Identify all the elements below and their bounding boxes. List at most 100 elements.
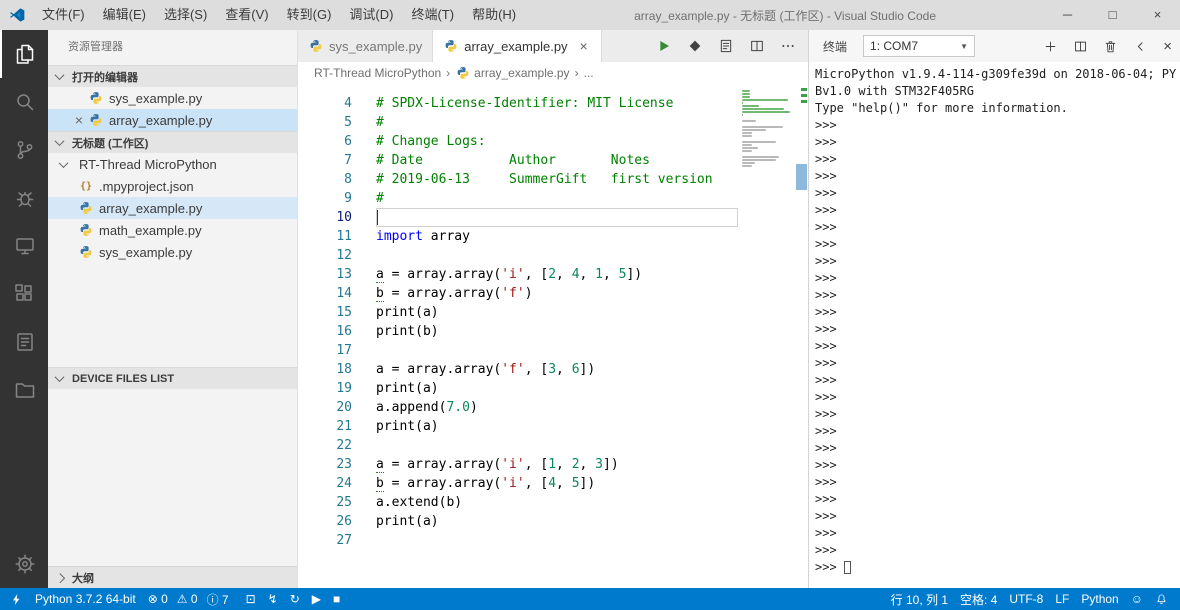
code-line[interactable]: # SPDX-License-Identifier: MIT License: [376, 94, 738, 113]
code-line[interactable]: print(a): [376, 303, 738, 322]
board-connect-icon[interactable]: ⊡: [240, 588, 262, 610]
split-terminal-icon[interactable]: [1073, 39, 1088, 54]
encoding-setting[interactable]: UTF-8: [1003, 588, 1049, 610]
line-number[interactable]: 23: [298, 455, 352, 474]
close-tab-icon[interactable]: ×: [577, 38, 591, 54]
line-number[interactable]: 13: [298, 265, 352, 284]
code-line[interactable]: print(b): [376, 322, 738, 341]
line-number[interactable]: 18: [298, 360, 352, 379]
tree-item[interactable]: {} .mpyproject.json: [48, 175, 297, 197]
close-panel-icon[interactable]: ×: [1163, 38, 1172, 55]
scrollbar-thumb[interactable]: [796, 164, 807, 190]
code-line[interactable]: print(a): [376, 379, 738, 398]
code-line[interactable]: [376, 436, 738, 455]
line-number[interactable]: 22: [298, 436, 352, 455]
device-monitor-icon[interactable]: [0, 222, 48, 270]
line-number[interactable]: 21: [298, 417, 352, 436]
code-line[interactable]: a = array.array('f', [3, 6]): [376, 360, 738, 379]
close-window-button[interactable]: ×: [1135, 0, 1180, 30]
breadcrumb-item[interactable]: array_example.py: [455, 66, 570, 80]
debug-icon[interactable]: [0, 174, 48, 222]
eol-setting[interactable]: LF: [1049, 588, 1075, 610]
run-debug-icon[interactable]: [687, 38, 703, 54]
indentation-setting[interactable]: 空格: 4: [954, 588, 1003, 610]
terminal-select[interactable]: 1: COM7 ▼: [863, 35, 976, 57]
sync-files-icon[interactable]: ↻: [284, 588, 306, 610]
menu-item-8[interactable]: 帮助(H): [463, 0, 525, 30]
output-list-icon[interactable]: [0, 318, 48, 366]
line-number[interactable]: 12: [298, 246, 352, 265]
line-number[interactable]: 11: [298, 227, 352, 246]
menu-item-5[interactable]: 转到(G): [278, 0, 341, 30]
menu-item-7[interactable]: 终端(T): [402, 0, 463, 30]
line-number[interactable]: 24: [298, 474, 352, 493]
code-line[interactable]: print(a): [376, 417, 738, 436]
notifications-bell-icon[interactable]: [1149, 588, 1174, 610]
workspace-header[interactable]: 无标题 (工作区): [48, 131, 297, 153]
run-on-device-icon[interactable]: ▶: [306, 588, 327, 610]
terminal-output[interactable]: MicroPython v1.9.4-114-g309fe39d on 2018…: [809, 62, 1180, 588]
language-mode[interactable]: Python: [1075, 588, 1124, 610]
line-number[interactable]: 25: [298, 493, 352, 512]
explorer-icon[interactable]: [0, 30, 48, 78]
code-line[interactable]: print(a): [376, 512, 738, 531]
tree-item[interactable]: math_example.py: [48, 219, 297, 241]
terminal-tab[interactable]: 终端: [817, 38, 853, 55]
code-line[interactable]: [376, 246, 738, 265]
tree-folder[interactable]: RT-Thread MicroPython: [48, 153, 297, 175]
breadcrumb-item[interactable]: RT-Thread MicroPython: [314, 66, 441, 80]
code-line[interactable]: # Change Logs:: [376, 132, 738, 151]
tree-item[interactable]: array_example.py: [48, 197, 297, 219]
open-editors-header[interactable]: 打开的编辑器: [48, 65, 297, 87]
tree-item[interactable]: sys_example.py: [48, 241, 297, 263]
code-line[interactable]: a = array.array('i', [2, 4, 1, 5]): [376, 265, 738, 284]
problems-indicator[interactable]: ⊗ 0 ⚠ 0 ⓘ 7: [142, 588, 240, 610]
settings-gear-icon[interactable]: [0, 540, 48, 588]
cursor-position[interactable]: 行 10, 列 1: [885, 588, 954, 610]
open-preview-icon[interactable]: [718, 38, 734, 54]
code-line[interactable]: # Date Author Notes: [376, 151, 738, 170]
kill-terminal-icon[interactable]: [1103, 39, 1118, 54]
tab-sys_example.py[interactable]: sys_example.py: [298, 30, 434, 62]
line-number[interactable]: 27: [298, 531, 352, 550]
new-terminal-icon[interactable]: [1043, 39, 1058, 54]
code-line[interactable]: #: [376, 189, 738, 208]
line-number[interactable]: 15: [298, 303, 352, 322]
split-editor-icon[interactable]: [749, 38, 765, 54]
line-number[interactable]: 6: [298, 132, 352, 151]
line-number[interactable]: 20: [298, 398, 352, 417]
project-folder-icon[interactable]: [0, 366, 48, 414]
extensions-icon[interactable]: [0, 270, 48, 318]
menu-item-1[interactable]: 文件(F): [33, 0, 94, 30]
code-line[interactable]: import array: [376, 227, 738, 246]
menu-item-2[interactable]: 编辑(E): [94, 0, 155, 30]
code-line[interactable]: [376, 208, 738, 227]
flash-status-icon[interactable]: [4, 588, 29, 610]
line-number[interactable]: 17: [298, 341, 352, 360]
menu-item-6[interactable]: 调试(D): [340, 0, 402, 30]
line-number[interactable]: 8: [298, 170, 352, 189]
breadcrumb-item[interactable]: ...: [584, 66, 594, 80]
more-actions-icon[interactable]: [780, 38, 796, 54]
line-number[interactable]: 4: [298, 94, 352, 113]
collapse-panel-icon[interactable]: [1133, 39, 1148, 54]
breadcrumb[interactable]: RT-Thread MicroPython › array_example.py ›.…: [298, 62, 808, 84]
feedback-icon[interactable]: ☺: [1125, 588, 1149, 610]
overview-ruler[interactable]: [795, 84, 808, 588]
outline-header[interactable]: 大纲: [48, 566, 297, 588]
line-number[interactable]: 5: [298, 113, 352, 132]
code-line[interactable]: b = array.array('i', [4, 5]): [376, 474, 738, 493]
maximize-button[interactable]: □: [1090, 0, 1135, 30]
code-line[interactable]: b = array.array('f'): [376, 284, 738, 303]
line-number[interactable]: 10: [298, 208, 352, 227]
line-number[interactable]: 19: [298, 379, 352, 398]
line-number[interactable]: 14: [298, 284, 352, 303]
open-editor-item[interactable]: sys_example.py: [48, 87, 297, 109]
line-number[interactable]: 7: [298, 151, 352, 170]
device-files-header[interactable]: DEVICE FILES LIST: [48, 367, 297, 389]
python-interpreter[interactable]: Python 3.7.2 64-bit: [29, 588, 142, 610]
menu-item-4[interactable]: 查看(V): [216, 0, 277, 30]
open-editor-item[interactable]: × array_example.py: [48, 109, 297, 131]
menu-item-3[interactable]: 选择(S): [155, 0, 216, 30]
line-number[interactable]: 16: [298, 322, 352, 341]
